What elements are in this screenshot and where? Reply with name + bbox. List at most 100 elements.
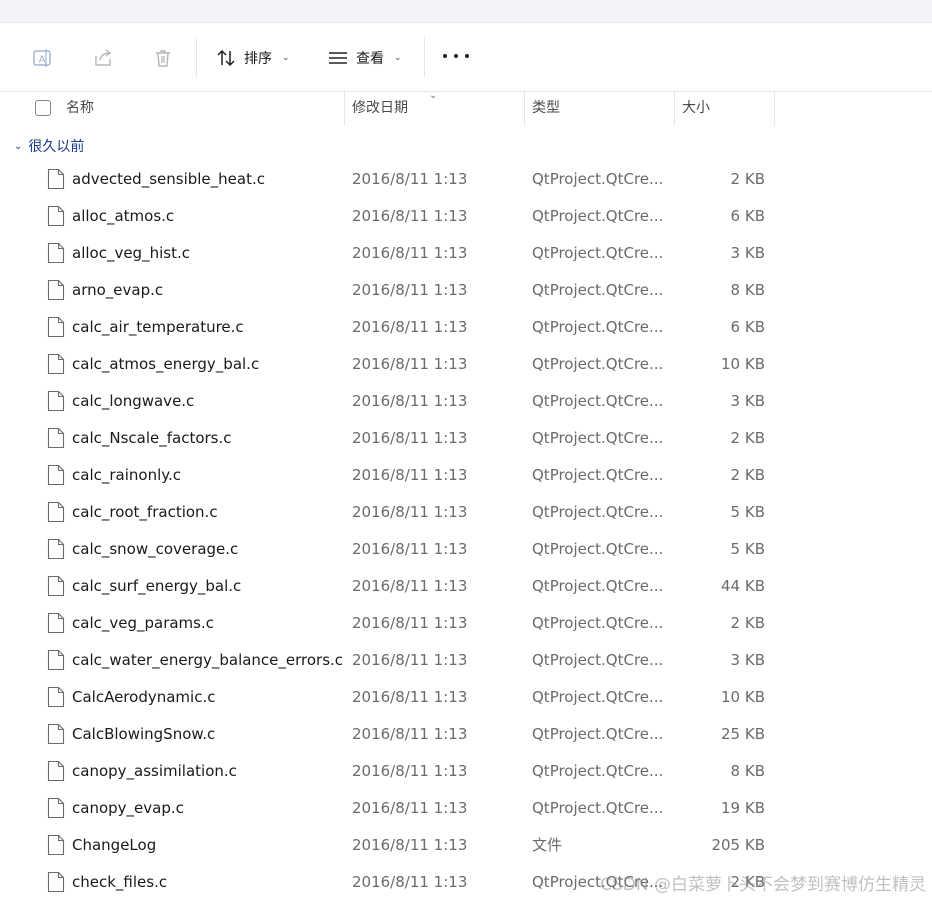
file-row[interactable]: calc_rainonly.c 2016/8/11 1:13 QtProject.Q… (0, 457, 932, 494)
file-name: alloc_veg_hist.c (72, 244, 190, 262)
file-icon (47, 501, 65, 523)
file-size: 3 KB (730, 651, 765, 669)
file-row[interactable]: calc_root_fraction.c 2016/8/11 1:13 QtProj… (0, 494, 932, 531)
file-type: QtProject.QtCre... (532, 577, 664, 595)
file-row[interactable]: ChangeLog 2016/8/11 1:13 文件 205 KB (0, 827, 932, 864)
file-row[interactable]: advected_sensible_heat.c 2016/8/11 1:13 Qt… (0, 161, 932, 198)
file-row[interactable]: alloc_atmos.c 2016/8/11 1:13 QtProject.QtC… (0, 198, 932, 235)
file-row[interactable]: calc_snow_coverage.c 2016/8/11 1:13 QtProj… (0, 531, 932, 568)
file-modified-date: 2016/8/11 1:13 (352, 762, 468, 780)
file-name: check_files.c (72, 873, 168, 891)
file-modified-date: 2016/8/11 1:13 (352, 392, 468, 410)
file-row[interactable]: calc_air_temperature.c 2016/8/11 1:13 QtPr… (0, 309, 932, 346)
file-icon (47, 686, 65, 708)
file-modified-date: 2016/8/11 1:13 (352, 281, 468, 299)
file-icon (47, 464, 65, 486)
file-row[interactable]: alloc_veg_hist.c 2016/8/11 1:13 QtProject.… (0, 235, 932, 272)
file-size: 19 KB (721, 799, 765, 817)
file-name: canopy_assimilation.c (72, 762, 237, 780)
column-header-row: 名称 修改日期 类型 大小 (0, 92, 932, 126)
file-row[interactable]: canopy_evap.c 2016/8/11 1:13 QtProject.QtC… (0, 790, 932, 827)
file-icon (47, 649, 65, 671)
file-modified-date: 2016/8/11 1:13 (352, 873, 468, 891)
file-name: calc_Nscale_factors.c (72, 429, 232, 447)
file-modified-date: 2016/8/11 1:13 (352, 503, 468, 521)
file-modified-date: 2016/8/11 1:13 (352, 207, 468, 225)
file-name: canopy_evap.c (72, 799, 184, 817)
file-size: 6 KB (730, 318, 765, 336)
file-row[interactable]: calc_longwave.c 2016/8/11 1:13 QtProject.Q… (0, 383, 932, 420)
file-icon (47, 168, 65, 190)
file-size: 10 KB (721, 355, 765, 373)
file-icon (47, 723, 65, 745)
file-name: calc_atmos_energy_bal.c (72, 355, 260, 373)
file-name: calc_veg_params.c (72, 614, 214, 632)
file-name: calc_root_fraction.c (72, 503, 218, 521)
column-header-name[interactable]: 名称 (66, 92, 94, 126)
view-button[interactable]: 查看 ⌄ (328, 41, 402, 75)
file-icon (47, 797, 65, 819)
file-row[interactable]: CalcBlowingSnow.c 2016/8/11 1:13 QtProject… (0, 716, 932, 753)
file-list: advected_sensible_heat.c 2016/8/11 1:13 Qt… (0, 161, 932, 901)
chevron-down-icon: ⌄ (394, 53, 402, 63)
file-icon (47, 279, 65, 301)
file-type: QtProject.QtCre... (532, 799, 664, 817)
column-divider[interactable] (774, 92, 775, 126)
column-header-type[interactable]: 类型 (532, 92, 560, 126)
file-modified-date: 2016/8/11 1:13 (352, 799, 468, 817)
view-label: 查看 (356, 51, 384, 67)
file-row[interactable]: arno_evap.c 2016/8/11 1:13 QtProject.QtCre… (0, 272, 932, 309)
file-size: 2 KB (730, 429, 765, 447)
file-row[interactable]: canopy_assimilation.c 2016/8/11 1:13 QtPro… (0, 753, 932, 790)
file-icon (47, 427, 65, 449)
file-name: calc_surf_energy_bal.c (72, 577, 242, 595)
file-name: CalcAerodynamic.c (72, 688, 216, 706)
file-row[interactable]: CalcAerodynamic.c 2016/8/11 1:13 QtProject… (0, 679, 932, 716)
file-name: ChangeLog (72, 836, 157, 854)
file-type: QtProject.QtCre... (532, 651, 664, 669)
column-divider[interactable] (524, 92, 525, 126)
file-row[interactable]: calc_Nscale_factors.c 2016/8/11 1:13 QtPro… (0, 420, 932, 457)
file-type: QtProject.QtCre... (532, 503, 664, 521)
sort-button[interactable]: 排序 ⌄ (216, 41, 290, 75)
file-size: 8 KB (730, 281, 765, 299)
file-size: 205 KB (711, 836, 765, 854)
column-header-modified[interactable]: 修改日期 (352, 92, 408, 126)
file-row[interactable]: calc_surf_energy_bal.c 2016/8/11 1:13 QtPr… (0, 568, 932, 605)
file-modified-date: 2016/8/11 1:13 (352, 318, 468, 336)
file-icon (47, 871, 65, 893)
file-row[interactable]: calc_water_energy_balance_errors.c 2016/8… (0, 642, 932, 679)
file-size: 5 KB (730, 540, 765, 558)
group-header[interactable]: ⌄ 很久以前 (14, 136, 84, 156)
column-divider[interactable] (344, 92, 345, 126)
file-name: calc_air_temperature.c (72, 318, 244, 336)
rename-icon[interactable]: A (31, 47, 53, 69)
delete-icon[interactable] (152, 47, 174, 69)
file-row[interactable]: calc_veg_params.c 2016/8/11 1:13 QtProject… (0, 605, 932, 642)
file-icon (47, 834, 65, 856)
file-type: QtProject.QtCre... (532, 614, 664, 632)
file-modified-date: 2016/8/11 1:13 (352, 244, 468, 262)
file-name: calc_longwave.c (72, 392, 195, 410)
file-type: QtProject.QtCre... (532, 429, 664, 447)
file-modified-date: 2016/8/11 1:13 (352, 688, 468, 706)
share-icon[interactable] (92, 47, 114, 69)
file-icon (47, 316, 65, 338)
more-options-button[interactable] (443, 49, 469, 63)
file-modified-date: 2016/8/11 1:13 (352, 355, 468, 373)
file-row[interactable]: calc_atmos_energy_bal.c 2016/8/11 1:13 QtP… (0, 346, 932, 383)
file-name: advected_sensible_heat.c (72, 170, 265, 188)
file-type: QtProject.QtCre... (532, 873, 664, 891)
file-icon (47, 353, 65, 375)
file-icon (47, 760, 65, 782)
column-header-size[interactable]: 大小 (682, 92, 710, 126)
more-dot (443, 54, 447, 58)
command-bar: A 排序 ⌄ 查看 ⌄ (0, 23, 932, 92)
file-icon (47, 538, 65, 560)
column-divider[interactable] (674, 92, 675, 126)
file-modified-date: 2016/8/11 1:13 (352, 466, 468, 484)
file-modified-date: 2016/8/11 1:13 (352, 836, 468, 854)
file-name: calc_snow_coverage.c (72, 540, 239, 558)
file-row[interactable]: check_files.c 2016/8/11 1:13 QtProject.QtC… (0, 864, 932, 901)
file-type: QtProject.QtCre... (532, 392, 664, 410)
